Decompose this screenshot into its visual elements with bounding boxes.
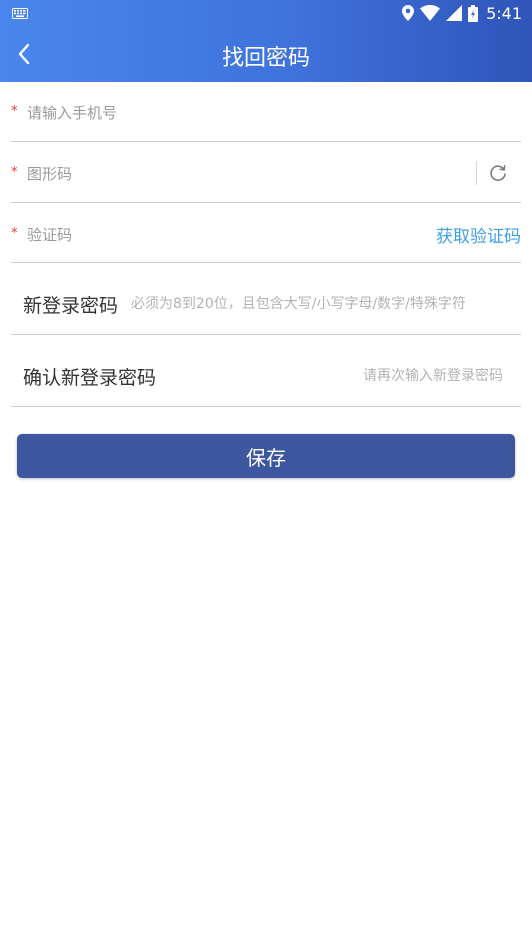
refresh-icon[interactable] bbox=[487, 162, 509, 184]
phone-input[interactable]: 请输入手机号 bbox=[27, 102, 117, 123]
keyboard-icon bbox=[12, 8, 28, 19]
status-time: 5:41 bbox=[486, 3, 522, 23]
confirm-password-label: 确认新登录密码 bbox=[23, 367, 157, 389]
confirm-password-row: 确认新登录密码 bbox=[11, 336, 521, 407]
new-password-row: 新登录密码 bbox=[11, 264, 521, 335]
captcha-input[interactable]: 图形码 bbox=[27, 163, 72, 184]
wifi-icon bbox=[420, 5, 441, 21]
status-icons: 5:41 bbox=[402, 3, 522, 23]
sms-code-input[interactable]: 验证码 bbox=[27, 224, 72, 245]
captcha-row[interactable]: * 图形码 bbox=[11, 143, 521, 203]
new-password-label: 新登录密码 bbox=[23, 295, 119, 317]
signal-icon bbox=[446, 5, 463, 21]
phone-row[interactable]: * 请输入手机号 bbox=[11, 82, 521, 142]
required-mark: * bbox=[11, 104, 18, 119]
confirm-password-input[interactable] bbox=[183, 366, 503, 386]
save-button[interactable]: 保存 bbox=[17, 434, 515, 478]
status-bar: 5:41 bbox=[0, 0, 532, 26]
required-mark: * bbox=[11, 165, 18, 180]
sms-code-row[interactable]: * 验证码 获取验证码 bbox=[11, 204, 521, 263]
get-code-button[interactable]: 获取验证码 bbox=[436, 222, 521, 247]
page-title: 找回密码 bbox=[221, 46, 310, 71]
new-password-input[interactable] bbox=[131, 294, 509, 314]
location-icon bbox=[402, 5, 415, 21]
divider bbox=[476, 161, 477, 185]
required-mark: * bbox=[11, 226, 18, 241]
battery-icon bbox=[468, 4, 479, 22]
app-header: 5:41 找回密码 bbox=[0, 0, 532, 82]
